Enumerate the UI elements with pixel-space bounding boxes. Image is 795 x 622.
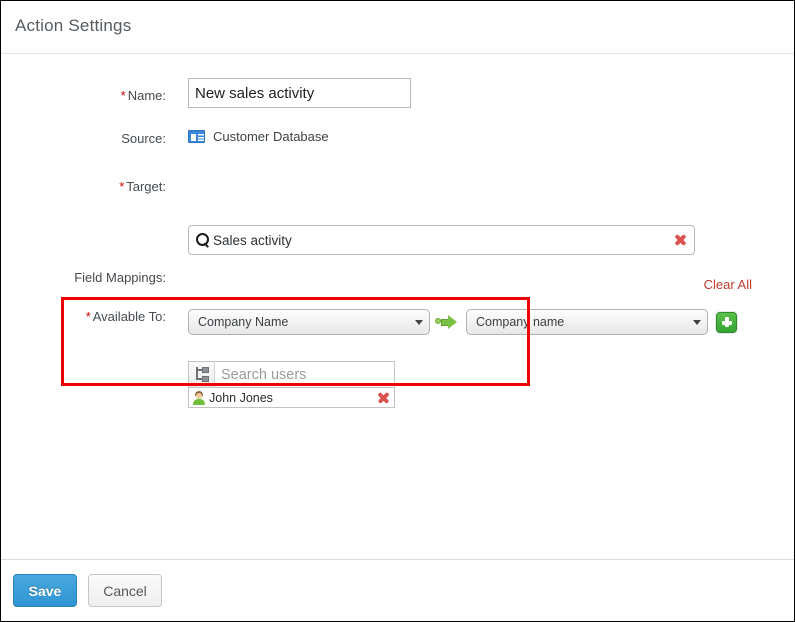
form-body: *Name: Source: Customer Database *Target… bbox=[1, 55, 794, 560]
clear-all-link[interactable]: Clear All bbox=[704, 277, 752, 292]
name-label-text: Name: bbox=[127, 88, 166, 103]
target-search-field[interactable]: Sales activity bbox=[188, 225, 695, 255]
source-field-label: Source: bbox=[21, 131, 166, 146]
list-item: John Jones bbox=[188, 388, 395, 408]
search-icon bbox=[196, 233, 210, 247]
chevron-down-icon bbox=[693, 319, 701, 325]
target-value-text: Sales activity bbox=[213, 232, 292, 248]
user-name-text: John Jones bbox=[209, 390, 273, 405]
user-avatar-icon bbox=[192, 390, 206, 405]
name-required-marker: * bbox=[120, 88, 126, 103]
source-value-group: Customer Database bbox=[188, 129, 329, 144]
action-settings-dialog: Action Settings *Name: Source: Customer … bbox=[0, 0, 795, 622]
contact-card-icon bbox=[188, 130, 205, 143]
target-field-label: * Target: bbox=[21, 179, 166, 194]
available-to-label-text: Available To: bbox=[92, 309, 166, 324]
field-mapping-row: Company Name Company name bbox=[188, 309, 737, 335]
available-to-users-widget: John Jones bbox=[188, 361, 414, 408]
page-title: Action Settings bbox=[15, 16, 132, 35]
mapping-target-select[interactable]: Company name bbox=[466, 309, 708, 335]
target-required-marker: * bbox=[119, 179, 125, 194]
search-users-input[interactable] bbox=[215, 362, 414, 387]
target-clear-icon[interactable] bbox=[673, 233, 688, 248]
field-mappings-label: Field Mappings: bbox=[21, 270, 166, 285]
save-button[interactable]: Save bbox=[13, 574, 77, 607]
mapping-arrow-icon bbox=[435, 312, 461, 332]
dialog-footer: Save Cancel bbox=[1, 559, 794, 621]
users-search-bar bbox=[188, 361, 414, 388]
cancel-button[interactable]: Cancel bbox=[88, 574, 162, 607]
mapping-source-select[interactable]: Company Name bbox=[188, 309, 430, 335]
add-mapping-button[interactable] bbox=[716, 311, 737, 333]
available-to-required-marker: * bbox=[85, 309, 91, 324]
chevron-down-icon bbox=[415, 319, 423, 325]
mapping-target-value: Company name bbox=[476, 315, 565, 329]
name-field-label: * Name: bbox=[21, 88, 166, 103]
available-to-label: * Available To: bbox=[21, 309, 166, 324]
field-mappings-label-text: Field Mappings: bbox=[74, 270, 166, 285]
source-label-text: Source: bbox=[121, 131, 166, 146]
target-label-text: Target: bbox=[126, 179, 166, 194]
source-value-text: Customer Database bbox=[213, 129, 329, 144]
mapping-source-value: Company Name bbox=[198, 315, 289, 329]
org-tree-icon[interactable] bbox=[189, 362, 215, 387]
name-input[interactable] bbox=[188, 78, 411, 108]
dialog-header: Action Settings bbox=[1, 1, 794, 54]
remove-user-icon[interactable] bbox=[377, 391, 390, 404]
